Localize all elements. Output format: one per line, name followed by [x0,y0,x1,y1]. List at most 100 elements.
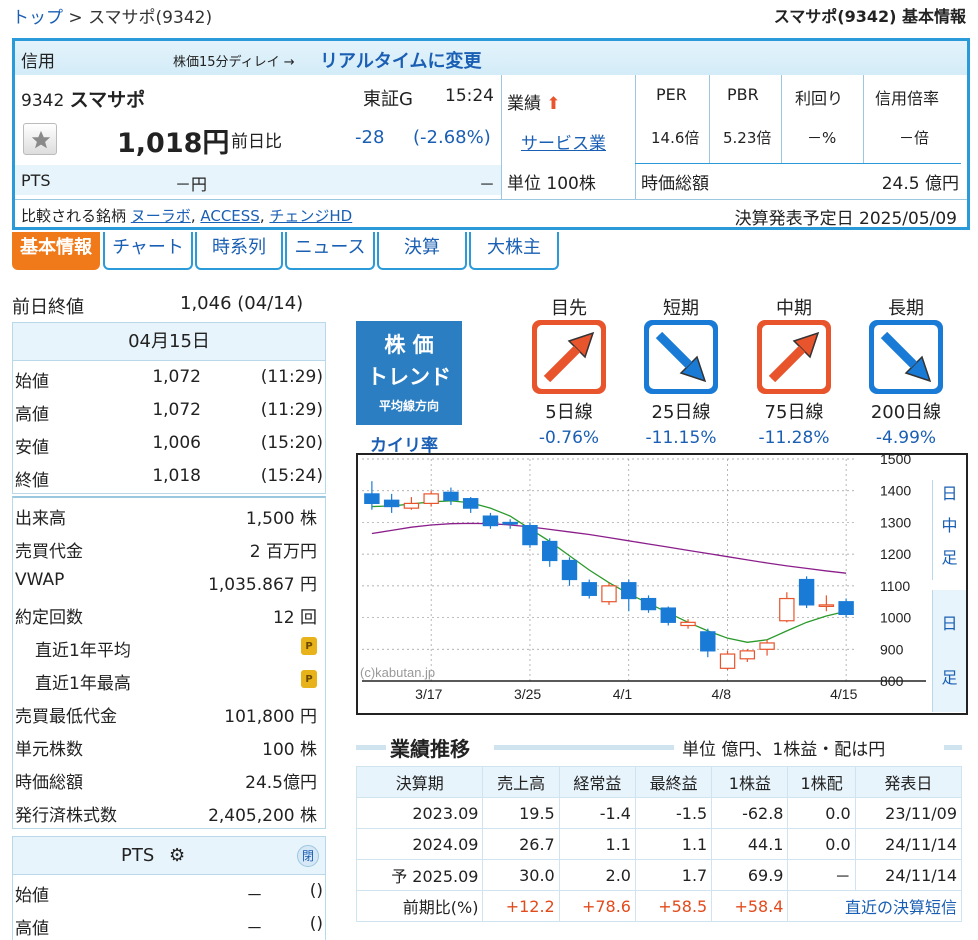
arrow-up-icon [543,331,595,383]
trend-ma-line: 75日線 [764,402,824,423]
pts-close-button[interactable]: 閉 [297,845,319,867]
period-char: 中 [941,516,958,535]
results-cell: -1.4 [558,797,636,829]
stats-label: 時価総額 [15,773,83,793]
candle-body [581,582,597,596]
ohlc-table: 04月15日 始値 1,072 (11:29) 高値 1,072 (11:29) 安値 1,0… [12,322,326,494]
price-time: 15:24 [445,86,494,106]
compare-link[interactable]: チェンジHD [269,207,352,225]
results-cell: 24/11/14 [854,859,963,891]
pts-change: － [478,175,495,194]
trend-arrow-up [532,320,606,394]
results-cell: 23/11/09 [854,797,963,829]
ohlc-row: 高値 1,072 (11:29) [13,394,325,427]
stats-label: VWAP [15,570,65,590]
results-cell: 19.5 [482,797,560,829]
stats-label: 売買代金 [15,542,83,562]
stats-value: 2,405,200 株 [208,806,317,826]
yield-label: 利回り [795,89,844,108]
favorite-button[interactable] [23,123,57,155]
results-ratio-cell: 前期比(%) [355,890,484,922]
ohlc-row: 終値 1,018 (15:24) [13,460,325,493]
candle-body [621,582,637,600]
pts-rows: 始値 － () 高値 － () [13,875,325,940]
breadcrumb: トップ > スマサポ(9342) [12,3,212,28]
y-tick-label: 1000 [880,610,911,626]
breadcrumb-current: スマサポ(9342) [88,8,213,28]
compare-row: 比較される銘柄 ヌーラボ, ACCESS, チェンジHD [21,207,353,225]
margin-kind-label: 信用 [21,52,55,72]
compare-link[interactable]: ACCESS [200,207,259,225]
gear-icon[interactable]: ⚙ [169,845,185,866]
x-tick-label: 3/17 [415,686,442,702]
candle-body [462,498,479,509]
tab-chart[interactable]: チャート [103,232,193,270]
tab-timeseries[interactable]: 時系列 [195,232,283,270]
period-daily-mid[interactable]: 日 中 足 [932,480,966,580]
stats-row: 時価総額 24.5億円 [13,762,325,795]
candle-body [601,585,617,603]
results-cell: -62.8 [711,797,789,829]
period-daily[interactable]: 日 足 [932,590,966,712]
trend-arrow-down [869,320,943,394]
stats-table: 出来高 1,500 株売買代金 2 百万円 VWAP 1,035.867 円約定回数 12… [12,496,326,829]
x-tick-label: 4/8 [712,686,732,702]
results-cell: 30.0 [482,859,560,891]
pts-value: －円 [175,175,208,194]
pts-header: PTS ⚙ 閉 [13,837,325,875]
candle-body [700,631,716,652]
results-col-header: 売上高 [482,766,560,798]
stock-code-name: 9342 スマサポ [21,85,145,112]
candle-body [443,491,459,501]
results-ratio-cell: +78.6 [558,890,636,922]
ohlc-label: 安値 [15,438,49,458]
chart-watermark: (c)kabutan.jp [360,665,435,680]
y-tick-label: 1300 [880,514,911,530]
ohlc-value: 1,006 [152,433,201,453]
gyoseki-label: 業績 ⬆ [507,89,561,114]
mcap-value: 24.5 億円 [881,174,959,194]
results-cell: － [787,859,856,891]
tab-news[interactable]: ニュース [285,232,375,270]
stats-label: 発行済株式数 [15,806,117,826]
ohlc-row: 安値 1,006 (15:20) [13,427,325,460]
lock-icon[interactable]: P [301,670,317,688]
tab-major-shareholders[interactable]: 大株主 [469,232,559,270]
stats-row: 売買代金 2 百万円 [13,531,325,564]
arrow-down-icon [655,331,707,383]
industry-link[interactable]: サービス業 [521,129,606,154]
y-tick-label: 1200 [880,546,911,562]
trend-ma-line: 5日線 [545,402,593,423]
candle-body [739,650,756,660]
arrow-frame [874,325,938,389]
lock-icon[interactable]: P [301,637,317,655]
results-cell: 1.1 [558,828,636,860]
tab-basic-info[interactable]: 基本情報 [12,232,100,270]
results-row: 2023.09 19.5 -1.4 -1.5 -62.8 0.0 23/11/09 [355,797,963,829]
trend-box-line2: トレンド [367,365,451,389]
stats-label: 約定回数 [15,608,83,628]
latest-earnings-link[interactable]: 直近の決算短信 [787,890,962,922]
results-cell: 69.9 [711,859,789,891]
date-header: 04月15日 [13,323,325,361]
delay-notice: 株価15分ディレイ → [173,55,295,70]
decor-bar [356,745,386,750]
divider [863,75,864,163]
arrow-down-icon [880,331,932,383]
arrow-frame [649,325,713,389]
results-cell: 24/11/14 [854,828,963,860]
divider [709,75,710,163]
compare-link[interactable]: ヌーラボ [131,207,191,225]
breadcrumb-top-link[interactable]: トップ [12,8,63,28]
pts-table: PTS ⚙ 閉 始値 － () 高値 － () [12,836,326,940]
results-cell: 1.1 [634,828,713,860]
divider [635,75,636,199]
margin-ratio-label: 信用倍率 [875,89,940,108]
candle-body [542,540,558,562]
ohlc-value: 1,018 [152,466,201,486]
price-chart[interactable]: 1500 1400 1300 1200 1100 1000 900 800 3/17 3/25 4/… [356,451,968,715]
stats-value: 24.5億円 [245,773,317,793]
tab-earnings[interactable]: 決算 [377,232,467,270]
realtime-link[interactable]: リアルタイムに変更 [320,47,481,73]
stock-code: 9342 [21,91,65,111]
